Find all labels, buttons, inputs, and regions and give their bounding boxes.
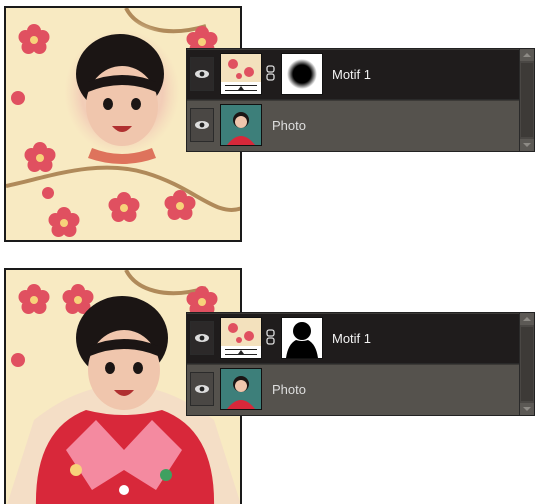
layer-row-motif[interactable]: Motif 1 <box>187 314 520 364</box>
layer-mask-thumbnail[interactable] <box>281 317 323 359</box>
scrollbar-track[interactable] <box>521 327 533 401</box>
scrollbar-track[interactable] <box>521 63 533 137</box>
photo-thumbnail-image <box>221 369 261 409</box>
silhouette-mask-shape <box>282 318 322 358</box>
layer-thumbnail[interactable] <box>220 368 262 410</box>
layers-scrollbar[interactable] <box>519 49 534 151</box>
chevron-down-icon[interactable] <box>520 139 534 151</box>
chevron-up-icon[interactable] <box>520 313 534 325</box>
chain-link-icon[interactable] <box>266 329 275 345</box>
eye-icon[interactable] <box>190 108 214 142</box>
layer-row-photo[interactable]: Photo <box>187 101 520 151</box>
layer-row-motif[interactable]: Motif 1 <box>187 50 520 100</box>
layer-name: Motif 1 <box>332 67 372 82</box>
eye-icon[interactable] <box>190 57 214 91</box>
layers-panel: Motif 1 Photo <box>186 48 535 152</box>
layer-thumbnail[interactable] <box>220 317 262 359</box>
blossom-thumbnail-image <box>221 318 261 355</box>
eye-icon[interactable] <box>190 321 214 355</box>
layer-row-photo[interactable]: Photo <box>187 365 520 415</box>
blossom-thumbnail-image <box>221 54 261 91</box>
round-mask-shape <box>282 54 322 94</box>
layer-name: Photo <box>272 382 306 397</box>
photo-thumbnail-image <box>221 105 261 145</box>
chevron-up-icon[interactable] <box>520 49 534 61</box>
layer-name: Motif 1 <box>332 331 372 346</box>
example-figure-2: Motif 1 Photo <box>0 264 535 504</box>
example-figure-1: Motif 1 Photo <box>0 0 535 242</box>
layer-name: Photo <box>272 118 306 133</box>
layer-mask-thumbnail[interactable] <box>281 53 323 95</box>
layer-thumbnail[interactable] <box>220 104 262 146</box>
layer-thumbnail[interactable] <box>220 53 262 95</box>
layers-scrollbar[interactable] <box>519 313 534 415</box>
layers-panel: Motif 1 Photo <box>186 312 535 416</box>
chevron-down-icon[interactable] <box>520 403 534 415</box>
chain-link-icon[interactable] <box>266 65 275 81</box>
eye-icon[interactable] <box>190 372 214 406</box>
